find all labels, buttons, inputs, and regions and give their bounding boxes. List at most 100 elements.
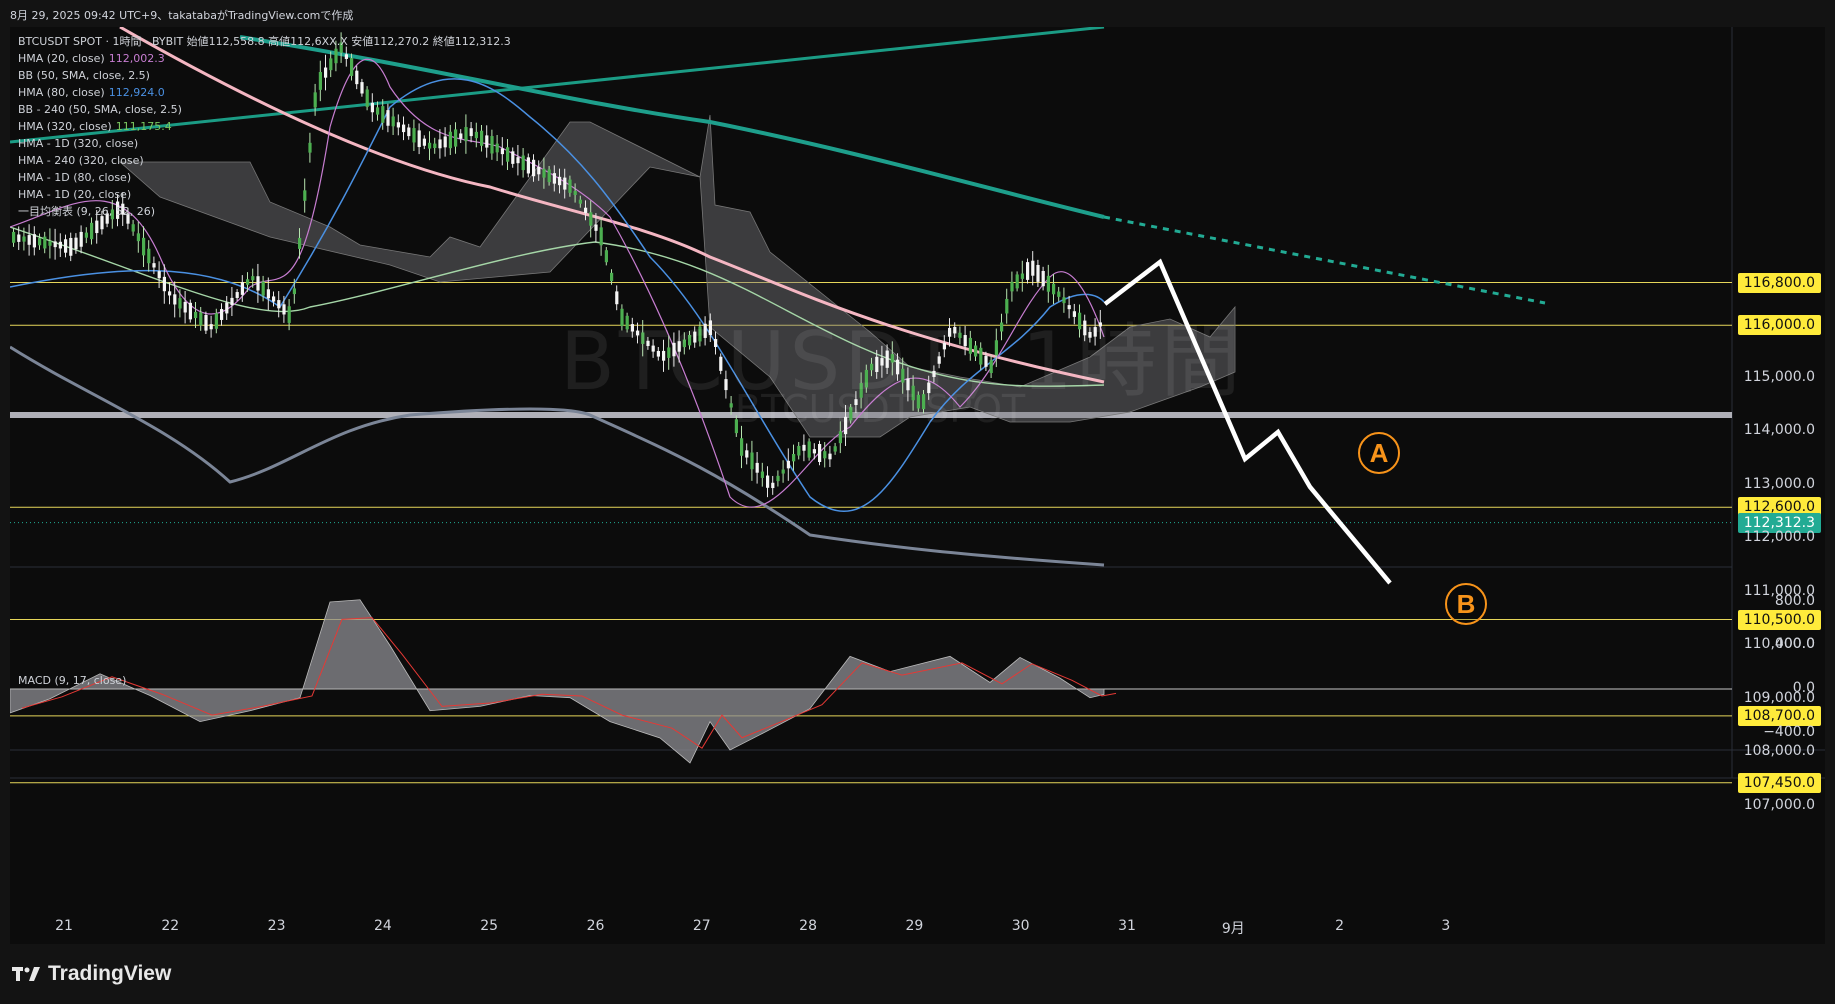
candle-body [532,159,536,177]
candle-body [781,469,785,474]
candle-body [760,471,764,478]
indicator-label: HMA - 240 (320, close) [18,154,144,167]
indicator-label: HMA (320, close) [18,120,112,133]
candle-body [516,157,520,164]
indicator-row[interactable]: HMA - 1D (320, close) [18,135,511,152]
candle-body [261,281,265,296]
candle-body [147,248,151,264]
candle-body [1015,274,1019,289]
indicator-row[interactable]: HMA - 240 (320, close) [18,152,511,169]
time-axis-label: 26 [586,918,605,934]
candle-body [828,453,832,460]
snapshot-caption: 8月 29, 2025 09:42 UTC+9、takatabaがTrading… [10,9,354,22]
candle-body [183,301,187,313]
candle-body [53,241,57,248]
macd-axis-label: −400.0 [1763,723,1815,740]
indicator-label: 一目均衡表 (9, 26, 52, 26) [18,205,156,218]
candle-body [256,276,260,291]
chart-legend: BTCUSDT SPOT · 1時間 · BYBIT 始値112,558.8 高… [18,33,511,220]
candle-body [298,237,302,249]
candle-body [604,250,608,263]
chart-area[interactable]: BTCUSDT, 1時間 BTCUSDT SPOT BTCUSDT SPOT ·… [10,27,1825,944]
candle-body [776,475,780,482]
candle-body [173,294,177,305]
candle-body [152,263,156,268]
candle-body [1031,260,1035,276]
time-axis-label: 2 [1335,918,1345,934]
price-axis-label: 110,500.0 [1737,609,1821,630]
candle-body [838,431,842,444]
candle-body [1046,275,1050,292]
indicator-row[interactable]: BB - 240 (50, SMA, close, 2.5) [18,101,511,118]
indicator-label: BB (50, SMA, close, 2.5) [18,69,150,82]
candle-body [214,313,218,329]
price-axis-label: 107,000.0 [1743,796,1815,813]
candle-body [610,272,614,282]
candle-body [64,239,68,253]
candle-body [750,452,754,470]
indicator-row[interactable]: HMA (20, close) 112,002.3 [18,50,511,67]
symbol-title: BTCUSDT SPOT · 1時間 · BYBIT [18,35,184,48]
candle-body [786,460,790,469]
candle-body [589,212,593,226]
symbol-watermark-sub: BTCUSDT SPOT [735,387,1026,431]
candle-body [833,446,837,452]
candle-body [563,177,567,190]
indicator-list: HMA (20, close) 112,002.3 BB (50, SMA, clo… [18,50,511,220]
candle-body [277,300,281,309]
candle-body [27,235,31,245]
candle-body [599,227,603,246]
indicator-row[interactable]: HMA - 1D (20, close) [18,186,511,203]
indicator-label: HMA - 1D (80, close) [18,171,132,184]
footer-bar: TradingView [0,944,1835,1004]
price-axis-label: 107,450.0 [1737,772,1821,793]
candle-body [287,306,291,323]
candle-body [766,475,770,488]
indicator-value: 111,175.4 [115,120,172,133]
candle-body [74,237,78,250]
candle-body [235,292,239,298]
candle-body [818,444,822,462]
candle-body [194,311,198,319]
price-axis-label: 108,000.0 [1743,743,1815,760]
candle-body [797,445,801,456]
open-label: 始値 [186,35,209,48]
high-label: 高値 [268,35,291,48]
candle-body [552,173,556,184]
candle-body [220,309,224,320]
time-axis-label: 31 [1118,918,1136,934]
indicator-row[interactable]: BB (50, SMA, close, 2.5) [18,67,511,84]
indicator-row[interactable]: HMA (320, close) 111,175.4 [18,118,511,135]
candle-body [292,288,296,295]
wave-point-b-marker: B [1445,583,1487,625]
candle-body [807,441,811,458]
time-axis-label: 29 [905,918,924,934]
time-axis-label: 23 [267,918,286,934]
price-axis-label: 114,000.0 [1743,422,1815,439]
price-axis-label: 116,000.0 [1737,315,1821,336]
symbol-ohlc-row[interactable]: BTCUSDT SPOT · 1時間 · BYBIT 始値112,558.8 高… [18,33,511,50]
candle-body [32,234,36,248]
candle-body [22,236,26,242]
indicator-row[interactable]: HMA - 1D (80, close) [18,169,511,186]
tradingview-logo[interactable]: TradingView [12,962,171,986]
indicator-label: HMA (20, close) [18,52,105,65]
macd-axis-label: 800.0 [1774,592,1815,609]
time-axis-label: 27 [692,918,711,934]
candle-body [178,298,182,309]
time-axis-label: 30 [1011,918,1030,934]
candle-body [142,237,146,256]
indicator-label: HMA - 1D (320, close) [18,137,139,150]
time-axis-label: 28 [799,918,818,934]
high-value: 112,6XX.X [290,35,348,48]
wave-point-a-marker: A [1358,432,1400,474]
candle-body [157,271,161,279]
candle-body [12,231,16,243]
open-value: 112,558.8 [208,35,265,48]
candle-body [542,168,546,178]
time-axis-label: 9月 [1221,921,1245,937]
candle-body [282,304,286,315]
macd-legend[interactable]: MACD (9, 17, close) [18,674,126,687]
indicator-row[interactable]: 一目均衡表 (9, 26, 52, 26) [18,203,511,220]
indicator-row[interactable]: HMA (80, close) 112,924.0 [18,84,511,101]
